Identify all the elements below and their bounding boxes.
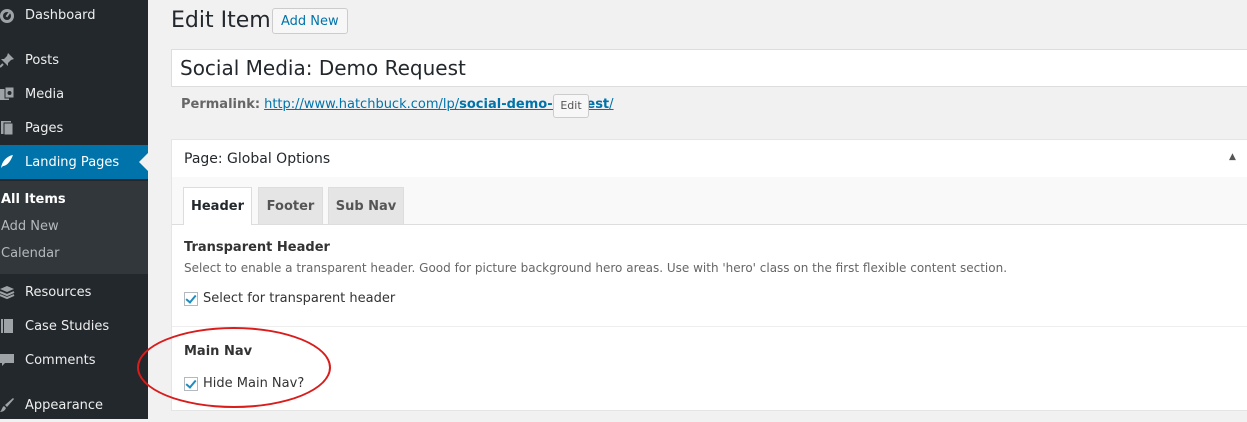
brush-icon xyxy=(0,396,16,414)
pin-icon xyxy=(0,51,16,69)
sidebar-item-label: Pages xyxy=(25,120,64,136)
collapse-arrow-icon[interactable]: ▲ xyxy=(1229,152,1236,162)
edit-permalink-button[interactable]: Edit xyxy=(553,94,589,118)
book-icon xyxy=(0,317,16,335)
permalink-trailing-slash[interactable]: / xyxy=(609,97,613,112)
sidebar-item-label: Appearance xyxy=(25,397,104,413)
feather-icon xyxy=(0,153,16,171)
comment-icon xyxy=(0,351,16,369)
sidebar-item-label: Comments xyxy=(25,352,96,368)
admin-sidebar: Dashboard Posts Media Pages Landing Page… xyxy=(0,0,148,419)
main-nav-field: Main Nav Hide Main Nav? xyxy=(172,327,1247,412)
sidebar-item-media[interactable]: Media xyxy=(0,77,148,111)
sidebar-item-case-studies[interactable]: Case Studies xyxy=(0,309,148,343)
media-icon xyxy=(0,85,16,103)
sidebar-item-resources[interactable]: Resources xyxy=(0,275,148,309)
tab-sub-nav[interactable]: Sub Nav xyxy=(328,187,404,224)
permalink-url[interactable]: http://www.hatchbuck.com/lp/ xyxy=(264,97,459,112)
sidebar-item-label: Resources xyxy=(25,284,92,300)
submenu-item-calendar[interactable]: Calendar xyxy=(1,246,59,261)
permalink-row: Permalink: http://www.hatchbuck.com/lp/s… xyxy=(181,97,614,112)
postbox-header[interactable]: Page: Global Options ▲ xyxy=(172,140,1247,178)
sidebar-item-label: Posts xyxy=(25,52,59,68)
field-label: Transparent Header xyxy=(184,240,330,255)
transparent-header-field: Transparent Header Select to enable a tr… xyxy=(172,224,1247,326)
transparent-header-checkbox[interactable] xyxy=(184,291,198,306)
layers-icon xyxy=(0,283,16,301)
sidebar-item-dashboard[interactable]: Dashboard xyxy=(0,0,148,32)
transparent-header-checkbox-row[interactable]: Select for transparent header xyxy=(184,291,395,306)
global-options-box: Page: Global Options ▲ Header Footer Sub… xyxy=(171,139,1247,411)
sidebar-item-comments[interactable]: Comments xyxy=(0,343,148,377)
add-new-button[interactable]: Add New xyxy=(272,8,348,34)
permalink-label: Permalink: xyxy=(181,97,261,112)
options-tabs: Header Footer Sub Nav xyxy=(172,177,1247,225)
sidebar-submenu: All Items Add New Calendar xyxy=(0,181,148,274)
checkbox-label: Select for transparent header xyxy=(203,291,396,306)
field-description: Select to enable a transparent header. G… xyxy=(184,261,1008,275)
tab-header[interactable]: Header xyxy=(183,187,252,225)
sidebar-item-landing-pages[interactable]: Landing Pages xyxy=(0,145,148,179)
postbox-title: Page: Global Options xyxy=(184,151,331,167)
sidebar-item-appearance[interactable]: Appearance xyxy=(0,388,148,422)
active-indicator xyxy=(139,153,148,171)
submenu-item-add-new[interactable]: Add New xyxy=(1,219,59,234)
page-title: Edit Item xyxy=(171,8,271,33)
sidebar-item-pages[interactable]: Pages xyxy=(0,111,148,145)
sidebar-item-posts[interactable]: Posts xyxy=(0,43,148,77)
sidebar-item-label: Landing Pages xyxy=(25,154,120,170)
annotation-circle xyxy=(137,327,331,408)
tab-footer[interactable]: Footer xyxy=(258,187,323,224)
dashboard-icon xyxy=(0,6,16,24)
sidebar-item-label: Dashboard xyxy=(25,7,96,23)
sidebar-item-label: Case Studies xyxy=(25,318,110,334)
sidebar-item-label: Media xyxy=(25,86,65,102)
submenu-item-all-items[interactable]: All Items xyxy=(1,192,66,207)
pages-icon xyxy=(0,119,16,137)
post-title-input[interactable]: Social Media: Demo Request xyxy=(171,49,1247,87)
